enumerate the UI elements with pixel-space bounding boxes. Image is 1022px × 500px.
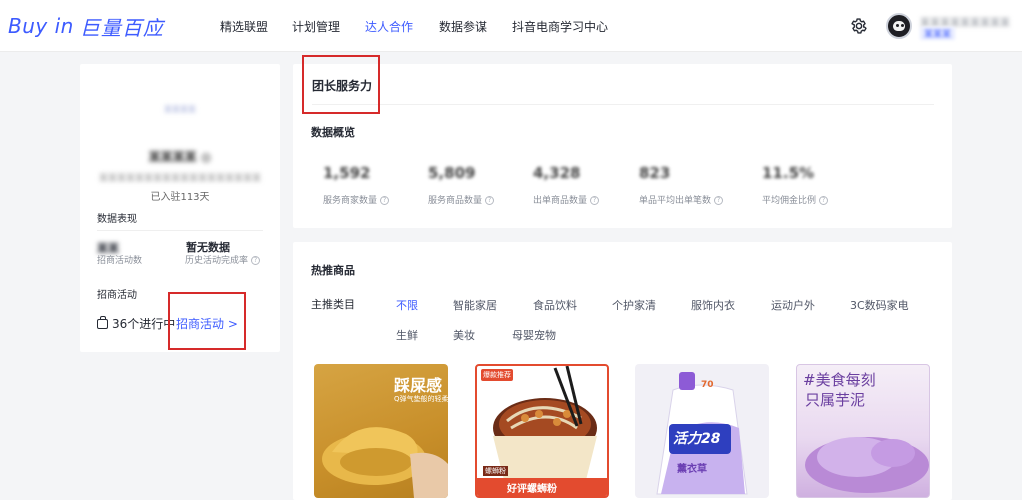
stat-label-avg-orders-text: 单品平均出单笔数 — [639, 196, 712, 206]
stat-value-products: 5,809 — [428, 164, 476, 182]
stat-value-merchants: 1,592 — [323, 164, 371, 182]
help-icon[interactable]: ? — [590, 196, 600, 205]
divider — [97, 230, 263, 231]
ongoing-count: 36个进行中 — [112, 317, 176, 331]
product-caption: 薰衣草 — [677, 464, 707, 475]
recruit-activity-heading: 招商活动 — [97, 290, 137, 301]
account-tag: 某某某 — [920, 27, 956, 40]
category-tab-food[interactable]: 食品饮料 — [533, 297, 577, 313]
product-subline: Q弹气垫般的轻柔 — [394, 395, 448, 403]
product-headline: #美食每刻 — [803, 371, 876, 389]
main-category-label: 主推类目 — [311, 298, 355, 311]
noodle-bowl-illustration — [477, 366, 607, 496]
product-card-noodles[interactable]: 爆款推荐 好评螺蛳粉 螺蛳粉 — [475, 364, 609, 498]
category-tab-smart-home[interactable]: 智能家居 — [453, 297, 497, 313]
nav-item-learning-center[interactable]: 抖音电商学习中心 — [512, 18, 608, 35]
profile-name: 某某某某 ◎ — [148, 150, 212, 164]
help-icon[interactable]: ? — [819, 196, 829, 205]
taro-dessert-illustration — [805, 437, 929, 493]
activity-count-label: 招商活动数 — [97, 256, 143, 266]
category-tab-3c-digital[interactable]: 3C数码家电 — [850, 297, 909, 313]
avatar-eye-left — [896, 24, 899, 27]
stat-label-commission: 平均佣金比例? — [762, 193, 829, 206]
category-tab-all[interactable]: 不限 — [396, 297, 418, 313]
gear-icon[interactable] — [850, 17, 868, 35]
settled-days: 已入驻113天 — [150, 192, 210, 203]
product-badge: 螺蛳粉 — [483, 466, 508, 476]
stat-label-merchants: 服务商家数量? — [323, 193, 390, 206]
help-icon[interactable]: ? — [714, 196, 724, 205]
hot-products-heading: 热推商品 — [311, 264, 355, 277]
category-tab-personal-care[interactable]: 个护家清 — [612, 297, 656, 313]
top-navigation-bar: Buy in 巨量百应 精选联盟 计划管理 达人合作 数据参谋 抖音电商学习中心… — [0, 0, 1022, 52]
help-icon[interactable]: ? — [251, 256, 261, 265]
stat-label-avg-orders: 单品平均出单笔数? — [639, 193, 724, 206]
ongoing-activities: 36个进行中 — [97, 315, 175, 332]
title-divider — [312, 104, 934, 105]
stat-value-commission: 11.5% — [762, 164, 815, 182]
nav-item-plan-management[interactable]: 计划管理 — [292, 18, 340, 35]
stat-label-commission-text: 平均佣金比例 — [762, 196, 817, 206]
nav-item-influencer-cooperation[interactable]: 达人合作 — [365, 18, 413, 35]
highlight-box-activity-link — [168, 292, 246, 350]
product-caption: 好评螺蛳粉 — [507, 484, 557, 495]
slipper-illustration — [322, 427, 448, 498]
help-icon[interactable]: ? — [485, 196, 495, 205]
completion-rate-label: 历史活动完成率? — [185, 253, 261, 266]
category-tab-mother-baby[interactable]: 母婴宠物 — [512, 327, 556, 343]
stat-value-avg-orders: 823 — [639, 164, 671, 182]
stat-label-merchants-text: 服务商家数量 — [323, 196, 378, 206]
brand-latin: Buy in — [8, 14, 74, 38]
product-brand: 活力28 — [673, 431, 721, 447]
category-tab-fresh[interactable]: 生鲜 — [396, 327, 418, 343]
product-card-detergent[interactable]: 70 活力28 薰衣草 — [635, 364, 769, 498]
nav-item-selected-alliance[interactable]: 精选联盟 — [220, 18, 268, 35]
overview-card: 团长服务力 数据概览 1,592 服务商家数量? 5,809 服务商品数量? 4… — [293, 64, 952, 228]
product-volume-tag: 70 — [701, 380, 714, 390]
stat-label-ordered-products: 出单商品数量? — [533, 193, 600, 206]
data-performance-heading: 数据表现 — [97, 214, 137, 225]
nav-item-data-advisor[interactable]: 数据参谋 — [439, 18, 487, 35]
stat-label-ordered-products-text: 出单商品数量 — [533, 196, 588, 206]
shopping-bag-icon — [97, 315, 108, 329]
user-avatar[interactable] — [886, 13, 912, 39]
product-card-taro-snack[interactable]: #美食每刻 只属芋泥 — [796, 364, 930, 498]
help-icon[interactable]: ? — [380, 196, 390, 205]
product-card-slippers[interactable]: 踩屎感 Q弹气垫般的轻柔 — [314, 364, 448, 498]
stat-label-products: 服务商品数量? — [428, 193, 495, 206]
stat-label-products-text: 服务商品数量 — [428, 196, 483, 206]
category-tab-apparel[interactable]: 服饰内衣 — [691, 297, 735, 313]
highlight-box-page-title — [302, 55, 380, 114]
category-tab-sports[interactable]: 运动户外 — [771, 297, 815, 313]
completion-rate-label-text: 历史活动完成率 — [185, 256, 249, 266]
profile-logo: 某某某某 — [164, 105, 196, 114]
brand-logo[interactable]: Buy in 巨量百应 — [8, 12, 164, 40]
category-tab-beauty[interactable]: 美妆 — [453, 327, 475, 343]
avatar-eye-right — [901, 24, 904, 27]
product-headline: 踩屎感 — [394, 376, 443, 395]
brand-cn: 巨量百应 — [79, 15, 164, 40]
profile-description: 某某某某某某某某某某某某某某某某某某 — [98, 174, 261, 184]
stat-value-ordered-products: 4,328 — [533, 164, 581, 182]
data-overview-heading: 数据概览 — [311, 126, 355, 139]
